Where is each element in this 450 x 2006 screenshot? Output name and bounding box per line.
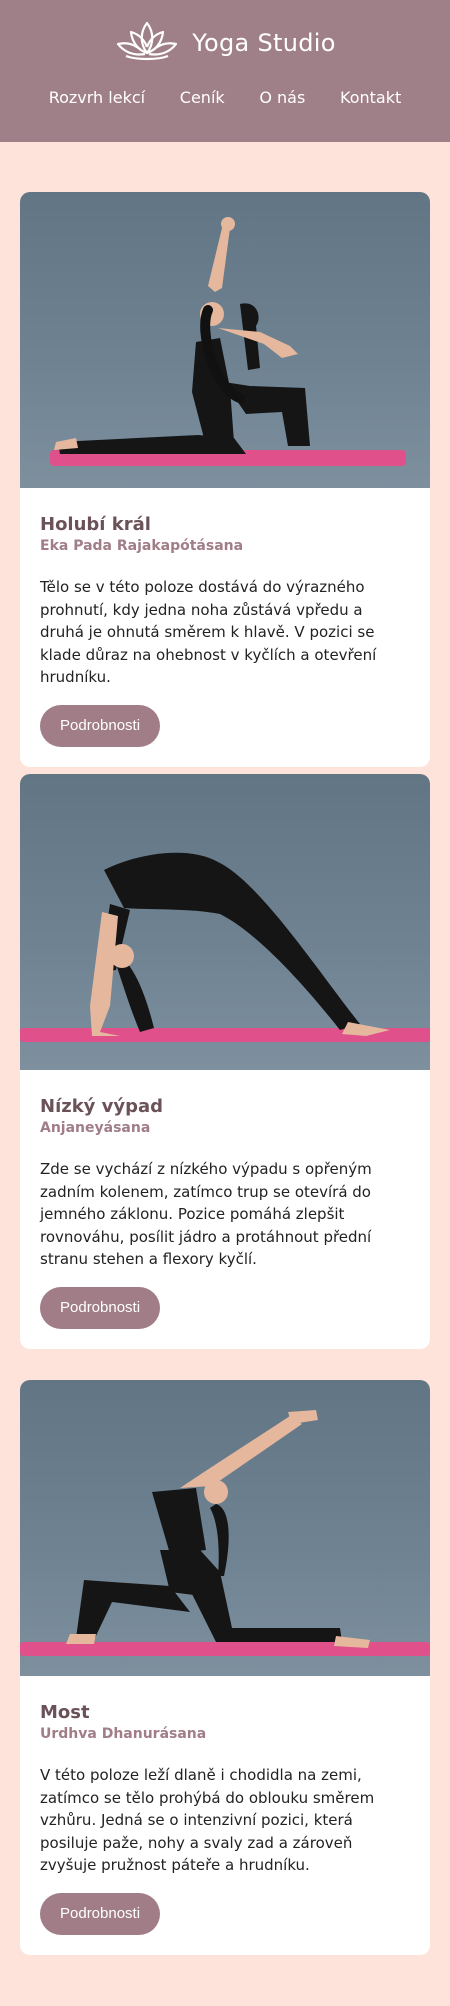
main-nav: Rozvrh lekcí Ceník O nás Kontakt bbox=[0, 88, 450, 107]
pose-photo bbox=[20, 1380, 430, 1676]
pose-sanskrit-name: Urdhva Dhanurásana bbox=[40, 1726, 207, 1742]
pose-title: Holubí král bbox=[40, 514, 151, 535]
pose-sanskrit-name: Anjaneyásana bbox=[40, 1120, 151, 1136]
pose-photo bbox=[20, 192, 430, 488]
brand[interactable]: Yoga Studio bbox=[0, 20, 450, 66]
nav-item-schedule[interactable]: Rozvrh lekcí bbox=[49, 88, 145, 107]
details-button[interactable]: Podrobnosti bbox=[40, 1892, 161, 1935]
pose-description: Zde se vychází z nízkého výpadu s opřený… bbox=[40, 1160, 372, 1268]
nav-item-about[interactable]: O nás bbox=[259, 88, 305, 107]
nav-item-pricing[interactable]: Ceník bbox=[180, 88, 225, 107]
site-header: Yoga Studio Rozvrh lekcí Ceník O nás Kon… bbox=[0, 0, 450, 142]
pose-sanskrit-name: Eka Pada Rajakapótásana bbox=[40, 538, 244, 554]
pose-card: Most Urdhva Dhanurásana V této poloze le… bbox=[20, 1380, 430, 1955]
pose-title: Nízký výpad bbox=[40, 1096, 164, 1117]
details-button[interactable]: Podrobnosti bbox=[40, 704, 161, 747]
brand-title: Yoga Studio bbox=[192, 29, 336, 57]
nav-item-contact[interactable]: Kontakt bbox=[340, 88, 401, 107]
pose-description: V této poloze leží dlaně i chodidla na z… bbox=[40, 1766, 375, 1874]
pose-description: Tělo se v této poloze dostává do výrazné… bbox=[40, 578, 377, 686]
pose-card: Holubí král Eka Pada Rajakapótásana Tělo… bbox=[20, 192, 430, 767]
pose-photo bbox=[20, 774, 430, 1070]
pose-card: Nízký výpad Anjaneyásana Zde se vychází … bbox=[20, 774, 430, 1349]
pose-title: Most bbox=[40, 1702, 90, 1723]
details-button[interactable]: Podrobnosti bbox=[40, 1286, 161, 1329]
lotus-icon bbox=[114, 20, 180, 66]
